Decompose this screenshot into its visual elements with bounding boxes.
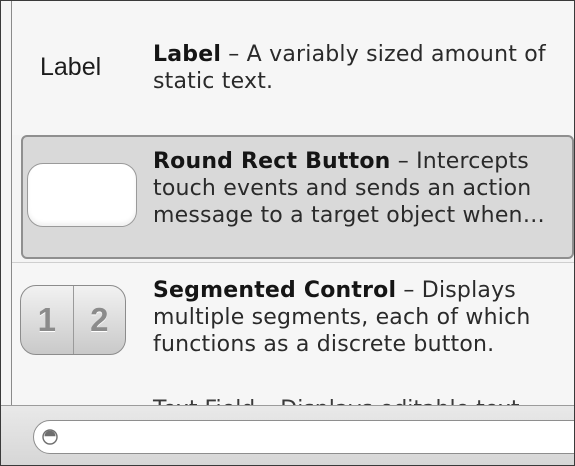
- library-item-round-rect-button[interactable]: Round Rect Button – Intercepts touch eve…: [21, 135, 574, 259]
- library-item-partial-text: Text Field – Displays editable text: [153, 396, 520, 405]
- segment-two: 2: [72, 286, 126, 354]
- library-item-segmented-control[interactable]: 1 2 Segmented Control – Displays multipl…: [12, 263, 574, 385]
- library-item-title: Label: [153, 42, 222, 67]
- library-item-text-field[interactable]: Text Field – Displays editable text: [12, 385, 574, 405]
- library-item-description: Segmented Control – Displays multiple se…: [153, 277, 563, 358]
- filter-input[interactable]: [68, 426, 572, 450]
- filter-icon[interactable]: [42, 429, 58, 445]
- library-item-description: Label – A variably sized amount of stati…: [153, 41, 563, 95]
- segment-one: 1: [37, 301, 56, 338]
- round-rect-button-preview-icon: [27, 163, 137, 227]
- library-item-title: Round Rect Button: [153, 149, 391, 174]
- library-item-description: Round Rect Button – Intercepts touch eve…: [153, 148, 563, 229]
- library-item-label[interactable]: Label Label – A variably sized amount of…: [12, 1, 574, 135]
- library-item-title: Segmented Control: [153, 278, 397, 303]
- label-preview-icon: Label: [40, 53, 102, 81]
- filter-bar: [1, 405, 574, 465]
- segmented-control-preview-icon: 1 2: [20, 285, 126, 355]
- object-library-panel: Label Label – A variably sized amount of…: [0, 0, 575, 466]
- object-library-list[interactable]: Label Label – A variably sized amount of…: [12, 1, 574, 405]
- filter-field[interactable]: [33, 420, 574, 454]
